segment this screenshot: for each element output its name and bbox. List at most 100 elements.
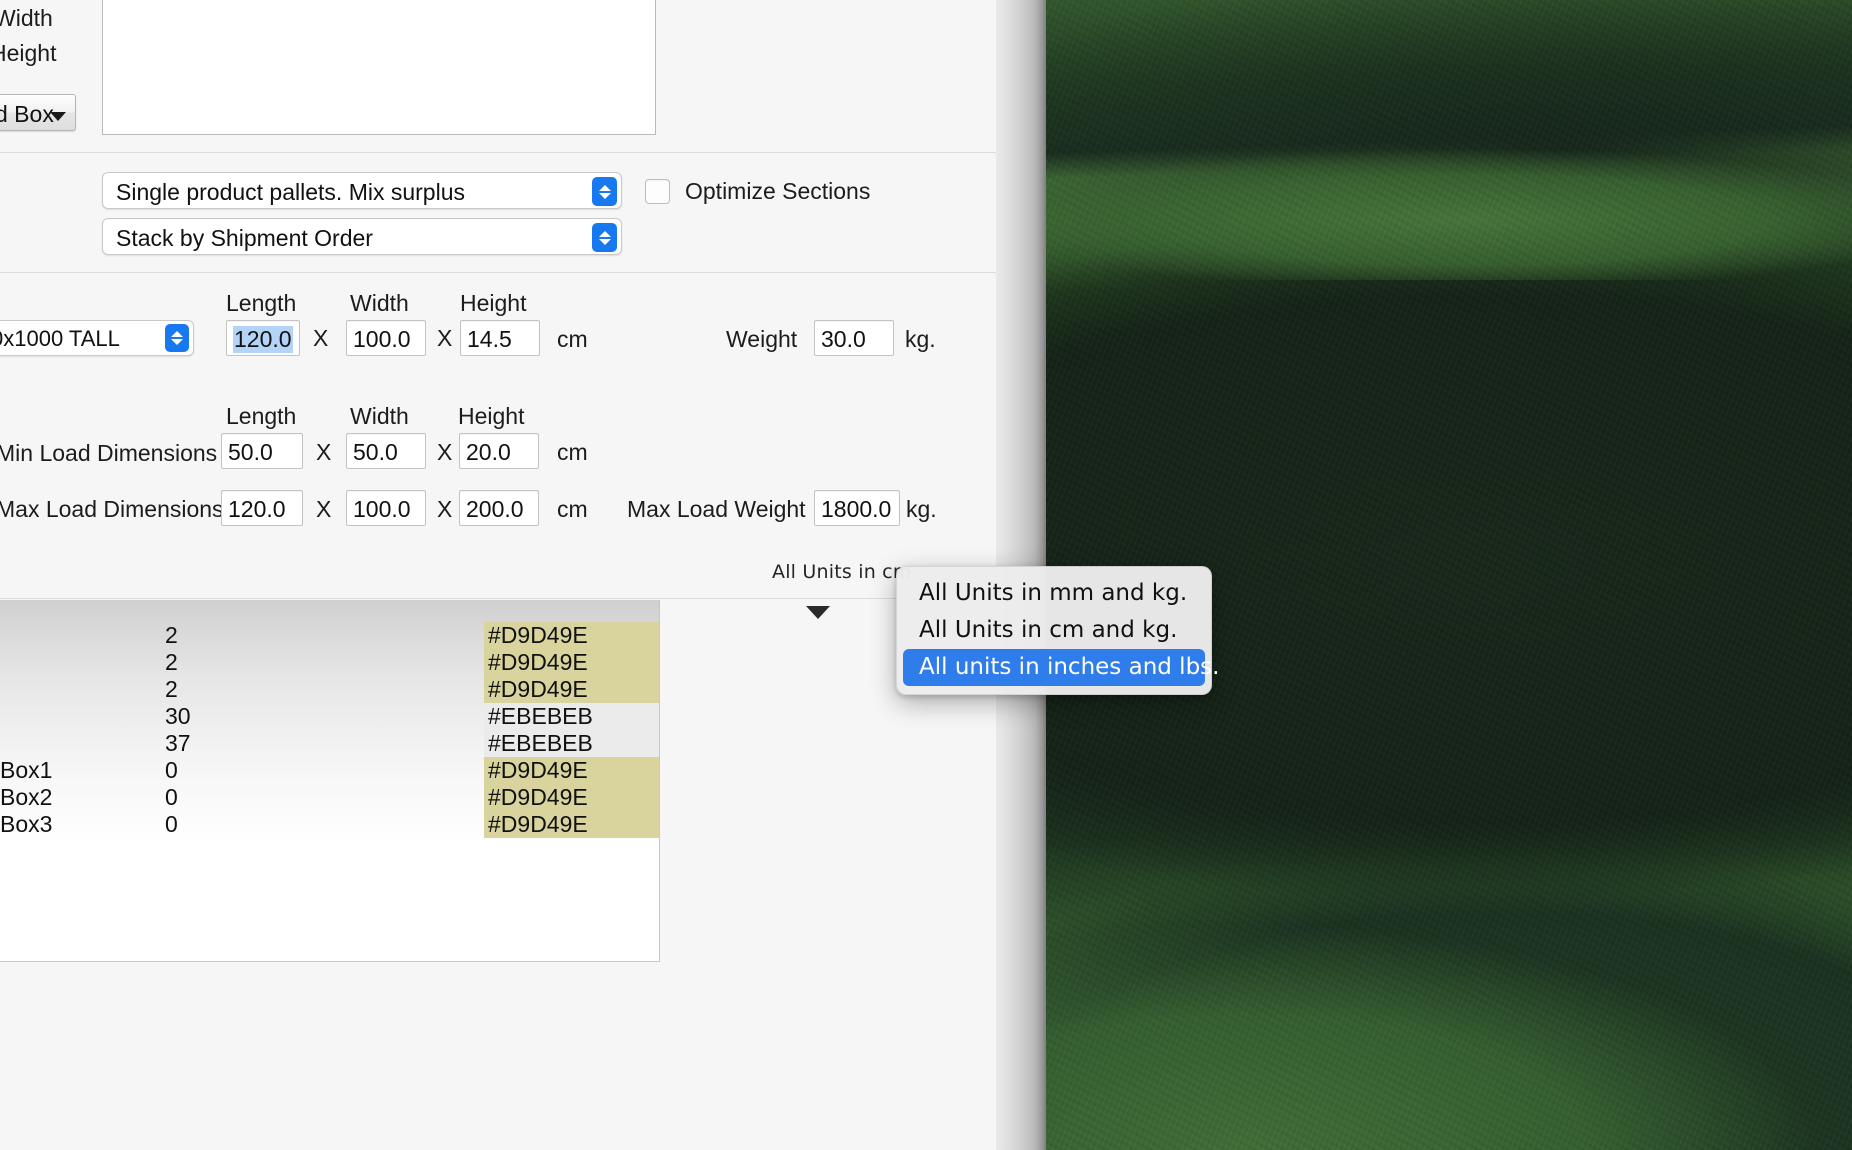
optimize-sections-row[interactable]: Optimize Sections <box>645 178 870 205</box>
table-cell-count: 0 <box>165 784 178 810</box>
chevron-down-icon <box>171 339 183 345</box>
product-strategy-select[interactable]: Single product pallets. Mix surplus <box>102 172 622 209</box>
chevron-up-icon <box>171 331 183 337</box>
max-load-dimensions-label: Max Load Dimensions <box>0 496 224 522</box>
wallpaper-grass-band <box>1046 150 1852 280</box>
table-cell-color-hex: #D9D49E <box>488 757 588 783</box>
product-strategy-value: Single product pallets. Mix surplus <box>116 179 465 205</box>
table-cell-color-swatch: #D9D49E <box>484 649 659 676</box>
optimize-sections-checkbox[interactable] <box>645 179 670 204</box>
pallet-weight-unit-label: kg. <box>905 326 936 352</box>
table-row[interactable]: 2 #D9D49E <box>0 622 659 649</box>
table-cell-color-hex: #D9D49E <box>488 622 588 648</box>
table-row[interactable]: Box1 0 #D9D49E <box>0 757 659 784</box>
max-load-length-input[interactable]: 120.0 <box>221 490 303 526</box>
table-cell-color-hex: #D9D49E <box>488 784 588 810</box>
units-hint-label[interactable]: All Units in cm <box>772 561 912 583</box>
table-cell-name: Box3 <box>0 811 53 837</box>
table-row[interactable]: Box2 0 #D9D49E <box>0 784 659 811</box>
max-load-width-input[interactable]: 100.0 <box>346 490 426 526</box>
max-load-height-input[interactable]: 200.0 <box>459 490 539 526</box>
optimize-sections-label: Optimize Sections <box>685 178 871 204</box>
product-list-box[interactable] <box>102 0 656 135</box>
min-load-width-input[interactable]: 50.0 <box>346 433 426 469</box>
max-load-weight-label: Max Load Weight <box>627 496 806 522</box>
table-row[interactable]: Box3 0 #D9D49E <box>0 811 659 838</box>
unit-menu-item-2[interactable]: All units in inches and lbs. <box>903 649 1219 686</box>
load-height-header: Height <box>458 403 525 429</box>
table-cell-color-hex: #EBEBEB <box>488 703 593 729</box>
box-popup-button[interactable]: d Box <box>0 94 76 131</box>
top-panel: Width Height d Box <box>0 0 996 152</box>
max-load-weight-value: 1800.0 <box>821 496 892 522</box>
pallet-height-value: 14.5 <box>467 326 512 352</box>
wallpaper-grass-foreground <box>1046 820 1852 1150</box>
stack-strategy-select[interactable]: Stack by Shipment Order <box>102 218 622 255</box>
min-load-unit-label: cm <box>557 439 588 465</box>
chevron-down-icon <box>598 192 611 199</box>
max-load-height-value: 200.0 <box>466 496 524 522</box>
pallet-weight-input[interactable]: 30.0 <box>814 320 894 356</box>
table-cell-color-swatch: #EBEBEB <box>484 703 659 730</box>
max-load-width-value: 100.0 <box>353 496 411 522</box>
unit-selection-menu[interactable]: All Units in mm and kg. All Units in cm a… <box>896 566 1219 695</box>
unit-menu-items: All Units in mm and kg. All Units in cm a… <box>903 575 1219 686</box>
unit-menu-item-0[interactable]: All Units in mm and kg. <box>903 575 1205 612</box>
table-cell-color-swatch: #D9D49E <box>484 622 659 649</box>
table-cell-color-swatch: #D9D49E <box>484 676 659 703</box>
max-load-length-value: 120.0 <box>228 496 286 522</box>
pallet-width-value: 100.0 <box>353 326 411 352</box>
divider-3 <box>0 598 996 599</box>
stepper-icon[interactable] <box>592 223 617 252</box>
x-separator: X <box>316 496 332 522</box>
chevron-down-icon <box>598 238 611 245</box>
pallet-height-input[interactable]: 14.5 <box>460 320 540 356</box>
divider-1 <box>0 152 996 153</box>
x-separator: X <box>313 325 329 351</box>
pallet-length-header: Length <box>226 290 297 316</box>
stack-strategy-value: Stack by Shipment Order <box>116 225 373 251</box>
table-row[interactable]: 2 #D9D49E <box>0 676 659 703</box>
pallet-width-input[interactable]: 100.0 <box>346 320 426 356</box>
table-cell-name: Box2 <box>0 784 53 810</box>
min-load-length-input[interactable]: 50.0 <box>221 433 303 469</box>
table-empty-area <box>0 840 660 962</box>
max-load-weight-input[interactable]: 1800.0 <box>814 490 900 526</box>
pallet-preset-select[interactable]: 0x1000 TALL <box>0 320 194 356</box>
box-popup-button-label: d Box <box>0 101 54 127</box>
table-cell-count: 0 <box>165 811 178 837</box>
max-load-weight-unit-label: kg. <box>906 496 937 522</box>
table-row[interactable]: 2 #D9D49E <box>0 649 659 676</box>
table-cell-color-hex: #D9D49E <box>488 649 588 675</box>
table-cell-count: 2 <box>165 649 178 675</box>
application-window: Width Height d Box Single product pallet… <box>0 0 996 1150</box>
chevron-up-icon <box>598 230 611 237</box>
table-row[interactable]: 37 #EBEBEB <box>0 730 659 757</box>
table-cell-color-swatch: #D9D49E <box>484 757 659 784</box>
min-load-dimensions-label: Min Load Dimensions <box>0 440 218 466</box>
table-cell-count: 0 <box>165 757 178 783</box>
load-width-header: Width <box>350 403 409 429</box>
table-cell-color-hex: #D9D49E <box>488 811 588 837</box>
table-cell-count: 30 <box>165 703 191 729</box>
pallet-height-header: Height <box>460 290 527 316</box>
stepper-icon[interactable] <box>592 177 617 206</box>
pallet-weight-value: 30.0 <box>821 326 866 352</box>
height-label: Height <box>0 40 57 66</box>
pallet-weight-label: Weight <box>726 326 798 352</box>
pallet-length-input[interactable]: 120.0 <box>226 320 300 356</box>
table-cell-count: 2 <box>165 622 178 648</box>
table-cell-color-swatch: #D9D49E <box>484 811 659 838</box>
x-separator: X <box>437 439 453 465</box>
table-cell-color-swatch: #EBEBEB <box>484 730 659 757</box>
pallet-unit-label: cm <box>557 326 588 352</box>
max-load-unit-label: cm <box>557 496 588 522</box>
table-row[interactable]: 30 #EBEBEB <box>0 703 659 730</box>
pallet-length-value: 120.0 <box>233 326 293 353</box>
unit-menu-item-1[interactable]: All Units in cm and kg. <box>903 612 1205 649</box>
stepper-icon[interactable] <box>165 324 189 352</box>
min-load-height-input[interactable]: 20.0 <box>459 433 539 469</box>
pallet-width-header: Width <box>350 290 409 316</box>
divider-2 <box>0 272 996 273</box>
width-label: Width <box>0 5 53 31</box>
